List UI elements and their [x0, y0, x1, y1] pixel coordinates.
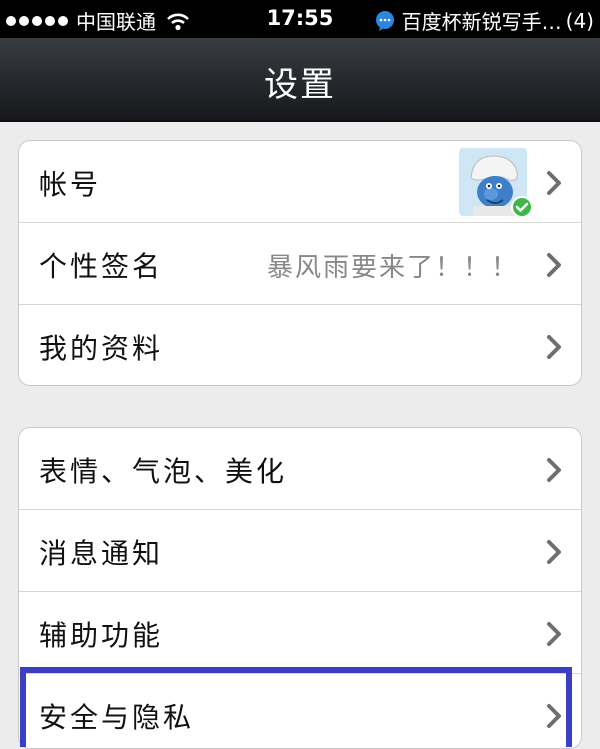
- page-title: 设置: [264, 65, 336, 105]
- carrier-name: 中国联通: [76, 10, 156, 34]
- row-label: 安全与隐私: [39, 701, 195, 734]
- chevron-right-icon: [547, 253, 561, 277]
- settings-row-accessibility[interactable]: 辅助功能: [19, 592, 581, 674]
- chevron-right-icon: [547, 171, 561, 195]
- row-label: 辅助功能: [39, 619, 164, 652]
- chevron-right-icon: [547, 335, 561, 359]
- notification-text: 百度杯新锐写手…: [401, 10, 562, 34]
- message-bubble-icon: [375, 10, 394, 31]
- signal-dots-icon: [6, 15, 68, 26]
- status-left: 中国联通: [6, 6, 190, 35]
- wifi-icon: [167, 13, 189, 30]
- settings-row-security-privacy[interactable]: 安全与隐私: [19, 674, 581, 748]
- navigation-bar: 设置: [0, 38, 600, 122]
- signature-value: 暴风雨要来了！！！: [266, 253, 519, 283]
- chevron-right-icon: [547, 458, 561, 482]
- row-label: 帐号: [39, 168, 102, 201]
- notification-count: (4): [565, 8, 594, 33]
- chevron-right-icon: [547, 622, 561, 646]
- status-notification[interactable]: 百度杯新锐写手… (4): [374, 6, 594, 35]
- row-label: 消息通知: [39, 537, 164, 570]
- settings-row-stickers-bubbles-themes[interactable]: 表情、气泡、美化: [19, 428, 581, 510]
- row-label: 我的资料: [39, 332, 164, 365]
- settings-group-general: 表情、气泡、美化 消息通知 辅助功能 安全与隐私: [18, 427, 582, 749]
- avatar: [459, 148, 533, 218]
- settings-row-notifications[interactable]: 消息通知: [19, 510, 581, 592]
- verified-check-icon: [511, 196, 533, 218]
- row-label: 表情、气泡、美化: [39, 455, 288, 488]
- settings-row-my-profile[interactable]: 我的资料: [19, 305, 581, 385]
- settings-group-profile: 帐号 个性签名 暴风雨要来了！！！ 我的资料: [18, 140, 582, 386]
- settings-row-account[interactable]: 帐号: [19, 141, 581, 223]
- chevron-right-icon: [547, 704, 561, 728]
- settings-row-signature[interactable]: 个性签名 暴风雨要来了！！！: [19, 223, 581, 305]
- status-bar: 中国联通 17:55 百度杯新锐写手… (4): [0, 0, 600, 38]
- row-label: 个性签名: [39, 250, 164, 283]
- chevron-right-icon: [547, 540, 561, 564]
